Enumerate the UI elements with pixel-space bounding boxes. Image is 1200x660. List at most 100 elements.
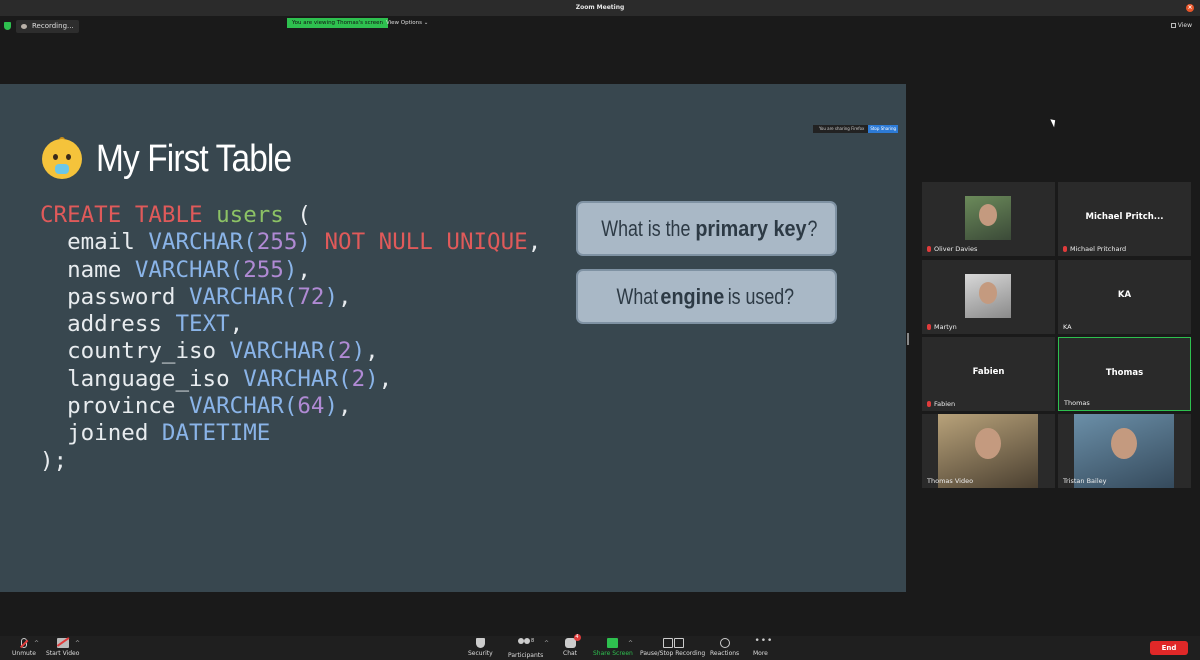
code-line: CREATE TABLE users ( <box>40 202 541 229</box>
view-button[interactable]: View <box>1170 22 1192 29</box>
code-token: ) <box>324 393 339 420</box>
participant-name: Martyn <box>934 323 957 331</box>
chat-badge: 4 <box>573 634 581 641</box>
code-token: , <box>365 338 379 365</box>
code-token: language_iso <box>40 365 244 392</box>
code-line: joined DATETIME <box>40 420 541 447</box>
question-text: What engine is used? <box>616 283 795 309</box>
participant-video <box>965 196 1011 240</box>
slide-heading: My First Table <box>96 137 292 180</box>
code-token: users <box>216 202 284 228</box>
reactions-button[interactable]: Reactions <box>710 638 739 657</box>
unmute-button[interactable]: Unmute <box>12 638 36 657</box>
code-line: password VARCHAR(72), <box>40 284 541 311</box>
participant-tile[interactable]: Fabien Fabien <box>922 337 1055 411</box>
code-token: , <box>378 365 393 392</box>
code-token: email <box>40 229 149 256</box>
chat-button[interactable]: 4 Chat <box>563 634 581 657</box>
reactions-label: Reactions <box>710 650 740 657</box>
code-token: joined <box>40 420 162 447</box>
participants-count: 8 <box>531 638 535 644</box>
close-window-icon[interactable]: × <box>1186 4 1194 12</box>
participant-video <box>965 274 1011 318</box>
question-box-primary-key: What is the primary key? <box>576 201 837 256</box>
microphone-muted-icon <box>927 246 931 252</box>
reactions-icon <box>719 638 730 648</box>
shield-icon <box>475 638 485 648</box>
chevron-down-icon: ⌄ <box>423 20 429 26</box>
code-token: TEXT <box>175 311 230 338</box>
participant-display-name: KA <box>1117 290 1132 300</box>
window-titlebar: Zoom Meeting × <box>0 0 1200 16</box>
participant-tile[interactable]: Michael Pritch... Michael Pritchard <box>1058 182 1191 256</box>
code-token: ) <box>283 256 298 283</box>
more-button[interactable]: ••• More <box>753 637 772 658</box>
meeting-topbar: Recording... You are viewing Thomas's sc… <box>0 16 1200 36</box>
security-button[interactable]: Security <box>468 638 493 657</box>
code-token: VARCHAR( <box>134 256 244 283</box>
grid-view-icon <box>1170 23 1176 28</box>
participant-tile[interactable]: Oliver Davies <box>922 182 1055 256</box>
view-options-button[interactable]: View Options ⌄ <box>386 18 428 28</box>
code-token: , <box>338 393 352 420</box>
code-token: ) <box>351 338 366 365</box>
stop-sharing-button[interactable]: Stop Sharing <box>868 125 899 133</box>
microphone-muted-icon <box>927 401 931 407</box>
recording-indicator[interactable]: Recording... <box>16 20 79 33</box>
participants-button[interactable]: 8 Participants <box>508 638 543 659</box>
code-token: VARCHAR( <box>243 365 352 392</box>
code-line: address TEXT, <box>40 311 541 338</box>
participant-name-label: Tristan Bailey <box>1063 477 1107 485</box>
participant-tile[interactable]: Thomas Thomas <box>1058 337 1191 411</box>
end-meeting-button[interactable]: End <box>1150 641 1188 655</box>
code-token: , <box>297 256 311 283</box>
participants-options-caret-icon[interactable]: ^ <box>544 640 549 647</box>
code-token: , <box>527 229 542 256</box>
code-token: 2 <box>351 365 366 392</box>
security-label: Security <box>468 650 493 657</box>
code-token: province <box>40 393 190 420</box>
share-screen-icon <box>607 638 619 648</box>
participant-name-label: Michael Pritchard <box>1063 245 1126 253</box>
share-options-caret-icon[interactable]: ^ <box>628 640 633 647</box>
participant-name: Fabien <box>934 400 956 408</box>
audio-options-caret-icon[interactable]: ^ <box>34 640 39 647</box>
participant-tile[interactable]: Martyn <box>922 260 1055 334</box>
code-token: 2 <box>338 338 352 365</box>
video-options-caret-icon[interactable]: ^ <box>75 640 80 647</box>
code-token: password <box>40 283 190 310</box>
code-line: email VARCHAR(255) NOT NULL UNIQUE, <box>40 229 541 256</box>
participant-name-label: Thomas Video <box>927 477 973 485</box>
sql-code-block: CREATE TABLE users ( email VARCHAR(255) … <box>40 202 541 475</box>
participant-tile[interactable]: Thomas Video <box>922 414 1055 488</box>
start-video-label: Start Video <box>46 650 80 657</box>
encryption-shield-icon[interactable] <box>4 22 11 30</box>
question-box-engine: What engine is used? <box>576 269 837 324</box>
participant-tile[interactable]: KA KA <box>1058 260 1191 334</box>
pause-stop-recording-button[interactable]: Pause/Stop Recording <box>640 638 705 657</box>
code-token: NOT NULL UNIQUE <box>310 229 528 256</box>
share-screen-button[interactable]: Share Screen <box>593 638 633 657</box>
microphone-muted-icon <box>1063 246 1067 252</box>
more-label: More <box>753 650 768 657</box>
code-line: ); <box>40 448 541 475</box>
code-line: name VARCHAR(255), <box>40 257 541 284</box>
participant-name: Michael Pritchard <box>1070 245 1127 253</box>
code-token: ); <box>40 447 68 474</box>
participant-name: Tristan Bailey <box>1063 477 1107 485</box>
code-token: ( <box>283 202 311 228</box>
participants-label: Participants <box>508 652 544 659</box>
participant-name-label: KA <box>1063 323 1072 331</box>
participant-name: KA <box>1063 323 1072 331</box>
viewing-screen-banner: You are viewing Thomas's screen <box>287 18 389 28</box>
code-token: 72 <box>297 283 325 310</box>
participant-tile[interactable]: Tristan Bailey <box>1058 414 1191 488</box>
pause-recording-label: Pause/Stop Recording <box>640 650 706 657</box>
code-token: ) <box>297 229 311 256</box>
code-token: 255 <box>256 229 298 256</box>
code-token: ) <box>365 365 379 392</box>
shared-screen: My First Table CREATE TABLE users ( emai… <box>0 84 906 592</box>
participant-display-name: Michael Pritch... <box>1085 212 1164 222</box>
unmute-label: Unmute <box>12 650 36 657</box>
panel-resize-handle[interactable] <box>907 333 909 345</box>
